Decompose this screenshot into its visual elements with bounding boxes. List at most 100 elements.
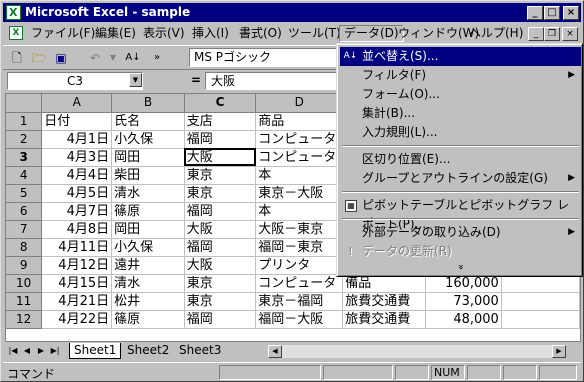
cell[interactable]: 遠井 — [111, 256, 185, 275]
row-header[interactable]: 5 — [6, 184, 43, 203]
cell[interactable]: 福岡 — [184, 130, 257, 149]
cell[interactable]: 東京－大阪 — [255, 184, 344, 203]
menu-item-group-outline[interactable]: グループとアウトラインの設定(G) ▶ — [340, 169, 581, 188]
row-header[interactable]: 9 — [6, 256, 43, 275]
menu-item-validation[interactable]: 入力規則(L)... — [340, 123, 581, 142]
new-file-icon[interactable]: 🗋 — [7, 49, 27, 67]
sort-icon[interactable]: A↓ — [123, 49, 143, 67]
column-header-b[interactable]: B — [111, 94, 185, 113]
cell[interactable]: 4月12日 — [41, 256, 113, 275]
menu-item-filter[interactable]: フィルタ(F) ▶ — [340, 66, 581, 85]
menu-item-import-external-data[interactable]: 外部データの取り込み(D) ▶ — [340, 223, 581, 242]
prev-sheet-icon[interactable]: ◀ — [21, 344, 33, 358]
cell[interactable]: 日付 — [41, 112, 113, 131]
menu-expand-chevron-icon[interactable]: » — [340, 260, 581, 274]
cell[interactable]: プリンタ — [255, 256, 344, 275]
excel-app-icon[interactable]: X — [6, 5, 21, 20]
row-header[interactable]: 12 — [6, 310, 43, 329]
minimize-button[interactable]: _ — [527, 6, 543, 20]
menu-view[interactable]: 表示(V) — [139, 25, 189, 42]
name-box[interactable]: C3 — [7, 72, 143, 90]
cell[interactable]: 4月11日 — [41, 238, 113, 257]
cell[interactable]: 東京－福岡 — [255, 292, 344, 311]
open-folder-icon[interactable]: 🗁 — [29, 49, 49, 67]
row-header[interactable]: 11 — [6, 292, 43, 311]
column-header-c[interactable]: C — [184, 94, 257, 113]
cell[interactable]: 大阪 — [184, 220, 257, 239]
cell[interactable]: 清水 — [111, 274, 185, 293]
tab-sheet2[interactable]: Sheet2 — [123, 343, 173, 359]
workbook-icon[interactable]: X — [9, 26, 23, 40]
horizontal-scrollbar[interactable]: ◀ ▶ — [267, 344, 567, 359]
cell[interactable]: 福岡 — [184, 310, 257, 329]
cell[interactable]: 福岡 — [184, 202, 257, 221]
column-header-a[interactable]: A — [41, 94, 113, 113]
menu-file[interactable]: ファイル(F) — [27, 25, 99, 42]
row-header[interactable]: 8 — [6, 238, 43, 257]
cell[interactable]: 小久保 — [111, 238, 185, 257]
row-header[interactable]: 3 — [6, 148, 43, 167]
cell[interactable]: 4月3日 — [41, 148, 113, 167]
select-all-corner[interactable] — [6, 94, 43, 113]
cell[interactable]: 4月5日 — [41, 184, 113, 203]
menu-item-subtotal[interactable]: 集計(B)... — [340, 104, 581, 123]
cell[interactable]: 岡田 — [111, 148, 185, 167]
menu-item-text-to-columns[interactable]: 区切り位置(E)... — [340, 150, 581, 169]
last-sheet-icon[interactable]: ▶| — [49, 344, 61, 358]
close-button[interactable]: × — [563, 6, 579, 20]
row-header[interactable]: 1 — [6, 112, 43, 131]
cell[interactable]: 旅費交通費 — [342, 310, 427, 329]
cell[interactable]: 東京 — [184, 292, 257, 311]
menu-insert[interactable]: 挿入(I) — [188, 25, 233, 42]
row-header[interactable]: 7 — [6, 220, 43, 239]
cell[interactable] — [501, 292, 580, 311]
cell[interactable]: 本 — [255, 202, 344, 221]
cell[interactable]: 商品 — [255, 112, 344, 131]
menu-item-form[interactable]: フォーム(O)... — [340, 85, 581, 104]
doc-close-button[interactable]: × — [562, 27, 578, 41]
column-header-d[interactable]: D — [255, 94, 344, 113]
cell[interactable]: コンピュータ — [255, 130, 344, 149]
name-box-dropdown-icon[interactable]: ▼ — [129, 73, 142, 87]
maximize-button[interactable]: □ — [544, 6, 560, 20]
cell[interactable]: 4月22日 — [41, 310, 113, 329]
toolbar-options-icon[interactable]: » — [147, 49, 167, 67]
formula-equals-icon[interactable]: = — [191, 73, 201, 87]
cell[interactable] — [501, 310, 580, 329]
cell[interactable]: 4月1日 — [41, 130, 113, 149]
cell[interactable]: 篠原 — [111, 202, 185, 221]
cell[interactable]: 東京 — [184, 184, 257, 203]
cell[interactable]: 福岡－大阪 — [255, 310, 344, 329]
menu-tools[interactable]: ツール(T) — [284, 25, 345, 42]
tab-sheet3[interactable]: Sheet3 — [175, 343, 225, 359]
undo-dropdown-icon[interactable]: ▼ — [103, 49, 123, 67]
cell[interactable]: 福岡－東京 — [255, 238, 344, 257]
formula-input[interactable]: 大阪 — [205, 72, 345, 90]
menu-item-sort[interactable]: A↓ 並べ替え(S)... — [340, 47, 581, 66]
cell[interactable]: 大阪－東京 — [255, 220, 344, 239]
cell[interactable]: 4月4日 — [41, 166, 113, 185]
doc-restore-button[interactable]: ❐ — [544, 27, 560, 41]
cell[interactable]: 東京 — [184, 274, 257, 293]
cell[interactable]: 73,000 — [425, 292, 502, 311]
cell[interactable]: 篠原 — [111, 310, 185, 329]
cell[interactable]: 48,000 — [425, 310, 502, 329]
cell[interactable]: 4月8日 — [41, 220, 113, 239]
menu-edit[interactable]: 編集(E) — [91, 25, 140, 42]
cell[interactable]: コンピュータ — [255, 148, 344, 167]
active-cell[interactable]: 大阪 — [184, 148, 257, 167]
save-icon[interactable]: ▣ — [51, 49, 71, 67]
cell[interactable]: 大阪 — [184, 256, 257, 275]
first-sheet-icon[interactable]: |◀ — [7, 344, 19, 358]
cell[interactable]: 福岡 — [184, 238, 257, 257]
cell[interactable]: 本 — [255, 166, 344, 185]
menu-help[interactable]: ヘルプ(H) — [465, 25, 527, 42]
cell[interactable]: コンピュータ — [255, 274, 344, 293]
cell[interactable]: 岡田 — [111, 220, 185, 239]
cell[interactable]: 氏名 — [111, 112, 185, 131]
cell[interactable]: 支店 — [184, 112, 257, 131]
undo-icon[interactable]: ↶ — [85, 49, 105, 67]
scroll-right-icon[interactable]: ▶ — [552, 345, 566, 358]
row-header[interactable]: 2 — [6, 130, 43, 149]
cell[interactable]: 4月7日 — [41, 202, 113, 221]
